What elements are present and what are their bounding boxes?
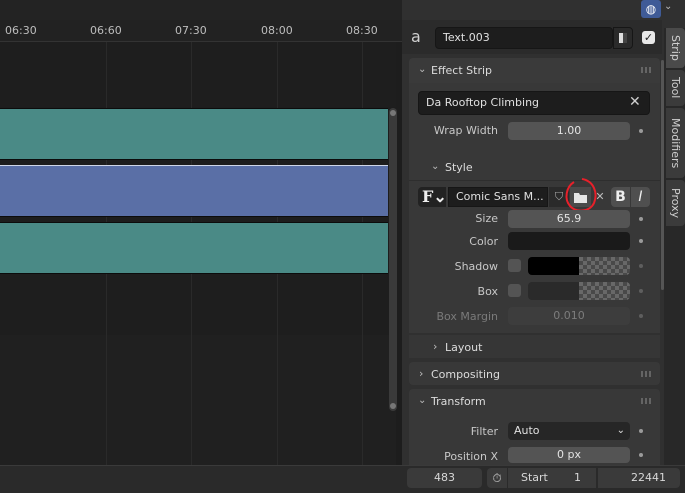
start-label: Start xyxy=(521,471,548,484)
size-field[interactable]: 65.9 xyxy=(508,210,630,228)
drag-grip-icon[interactable] xyxy=(641,67,653,73)
text-strip-icon: a xyxy=(411,27,421,46)
tab-strip[interactable]: Strip xyxy=(666,28,685,68)
start-frame-field[interactable]: Start 1 xyxy=(508,468,596,488)
sequencer-strip-selected[interactable] xyxy=(0,165,388,217)
stopwatch-icon[interactable]: ⏱ xyxy=(487,468,507,488)
divider xyxy=(409,180,660,181)
box-margin-label: Box Margin xyxy=(436,310,498,323)
keyframe-dot-icon[interactable] xyxy=(639,429,643,433)
keyframe-dot-icon[interactable] xyxy=(639,129,643,133)
box-label: Box xyxy=(477,285,498,298)
sequencer-strip[interactable] xyxy=(0,108,388,160)
box-checkbox[interactable] xyxy=(508,284,521,297)
italic-icon[interactable]: I xyxy=(631,187,650,207)
keyframe-dot-icon[interactable] xyxy=(639,289,643,293)
style-subpanel-title: Style xyxy=(445,161,473,174)
text-input[interactable]: Da Rooftop Climbing xyxy=(418,91,650,115)
drag-grip-icon[interactable] xyxy=(641,371,653,377)
chevron-right-icon: › xyxy=(433,340,438,353)
box-margin-field[interactable]: 0.010 xyxy=(508,307,630,325)
drag-grip-icon[interactable] xyxy=(641,398,653,404)
sequencer-strip[interactable] xyxy=(0,222,388,274)
shadow-alpha-swatch[interactable] xyxy=(579,257,630,275)
channel-row xyxy=(0,42,396,107)
end-frame-field[interactable]: 22441 xyxy=(598,468,680,488)
font-icon[interactable]: F⌄ xyxy=(418,187,447,207)
box-color-swatch[interactable] xyxy=(528,282,579,300)
transform-panel-title: Transform xyxy=(431,395,486,408)
tab-modifiers[interactable]: Modifiers xyxy=(666,108,685,178)
keyframe-dot-icon[interactable] xyxy=(639,239,643,243)
chevron-down-icon: ⌄ xyxy=(418,395,427,406)
panel-title: Effect Strip xyxy=(431,64,493,77)
chevron-down-icon: ⌄ xyxy=(616,425,625,436)
color-swatch[interactable] xyxy=(508,232,630,250)
font-name-field[interactable]: Comic Sans M... xyxy=(448,187,548,207)
filter-dropdown[interactable]: Auto ⌄ xyxy=(508,422,630,440)
keyframe-dot-icon[interactable] xyxy=(639,264,643,268)
channel-row xyxy=(0,335,396,465)
channel-row xyxy=(0,273,396,335)
ruler-tick: 08:00 xyxy=(261,24,293,37)
wrap-width-label: Wrap Width xyxy=(433,124,498,137)
filter-label: Filter xyxy=(470,425,498,438)
compositing-panel-title: Compositing xyxy=(431,368,500,381)
tab-tool[interactable]: Tool xyxy=(666,70,685,106)
mute-checkbox[interactable]: ✓ xyxy=(642,31,655,44)
keyframe-dot-icon[interactable] xyxy=(639,453,643,457)
position-x-field[interactable]: 0 px xyxy=(508,447,630,463)
ruler-tick: 06:30 xyxy=(5,24,37,37)
editor-type-icon[interactable]: ◍ xyxy=(641,0,661,18)
tab-proxy[interactable]: Proxy xyxy=(666,180,685,226)
chevron-down-icon: ⌄ xyxy=(418,64,427,75)
timeline-scrollbar[interactable] xyxy=(389,108,397,411)
strip-color-tag-icon[interactable] xyxy=(613,27,633,49)
strip-name-field[interactable]: Text.003 xyxy=(435,27,613,49)
keyframe-dot-icon[interactable] xyxy=(639,314,643,318)
chevron-right-icon: › xyxy=(419,367,424,380)
timeline-header xyxy=(0,0,402,20)
annotation-circle xyxy=(565,178,597,212)
start-value: 1 xyxy=(574,471,581,484)
position-x-label: Position X xyxy=(444,450,498,463)
wrap-width-field[interactable]: 1.00 xyxy=(508,122,630,140)
keyframe-dot-icon[interactable] xyxy=(639,217,643,221)
ruler-tick: 08:30 xyxy=(346,24,378,37)
shadow-label: Shadow xyxy=(454,260,498,273)
layout-subpanel-title: Layout xyxy=(445,341,483,354)
current-frame-field[interactable]: 483 xyxy=(407,468,482,488)
chevron-down-icon[interactable]: ⌄ xyxy=(664,1,672,12)
filter-value: Auto xyxy=(514,424,540,437)
clear-icon[interactable]: ✕ xyxy=(629,94,641,110)
shadow-color-swatch[interactable] xyxy=(528,257,579,275)
chevron-down-icon: ⌄ xyxy=(431,161,440,172)
color-label: Color xyxy=(469,235,498,248)
ruler-tick: 07:30 xyxy=(175,24,207,37)
bold-icon[interactable]: B xyxy=(611,187,630,207)
shadow-checkbox[interactable] xyxy=(508,259,521,272)
size-label: Size xyxy=(475,212,498,225)
box-alpha-swatch[interactable] xyxy=(579,282,630,300)
ruler-tick: 06:60 xyxy=(90,24,122,37)
